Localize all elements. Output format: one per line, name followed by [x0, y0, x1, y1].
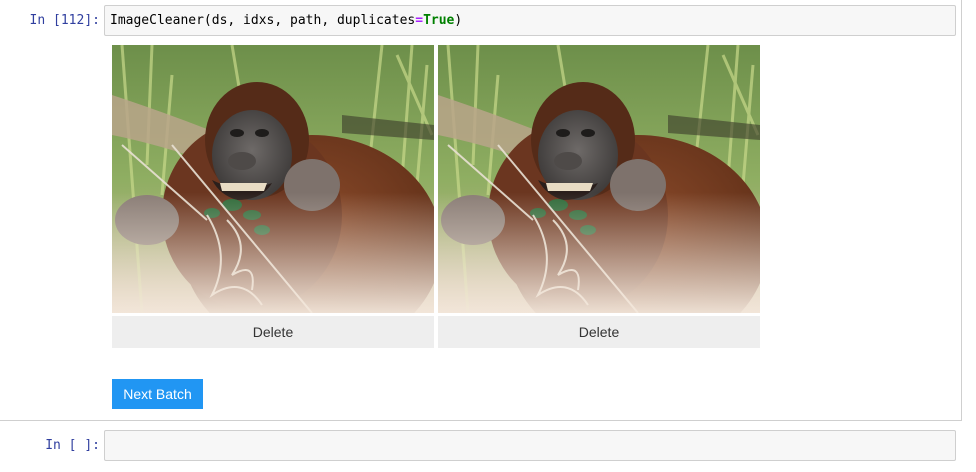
empty-code-editor[interactable] — [104, 430, 956, 461]
orangutan-photo — [112, 45, 434, 313]
duplicate-image-left — [112, 45, 434, 313]
code-args: ds, idxs, path, duplicates — [211, 13, 416, 28]
cell-prompt-empty: In [ ]: — [45, 438, 100, 453]
code-cell: In [112]: ImageCleaner(ds, idxs, path, d… — [0, 0, 962, 421]
code-close-paren: ) — [454, 13, 463, 28]
duplicate-image-right — [438, 45, 760, 313]
delete-button-right[interactable]: Delete — [438, 316, 760, 348]
delete-button-left[interactable]: Delete — [112, 316, 434, 348]
code-open-paren: ( — [203, 13, 212, 28]
orangutan-photo — [438, 45, 760, 313]
code-keyword: True — [423, 13, 455, 28]
cell-prompt: In [112]: — [29, 13, 100, 28]
code-equals: = — [415, 13, 424, 28]
next-batch-button[interactable]: Next Batch — [112, 379, 203, 409]
code-function: ImageCleaner — [110, 13, 204, 28]
code-editor[interactable]: ImageCleaner(ds, idxs, path, duplicates=… — [104, 5, 956, 36]
